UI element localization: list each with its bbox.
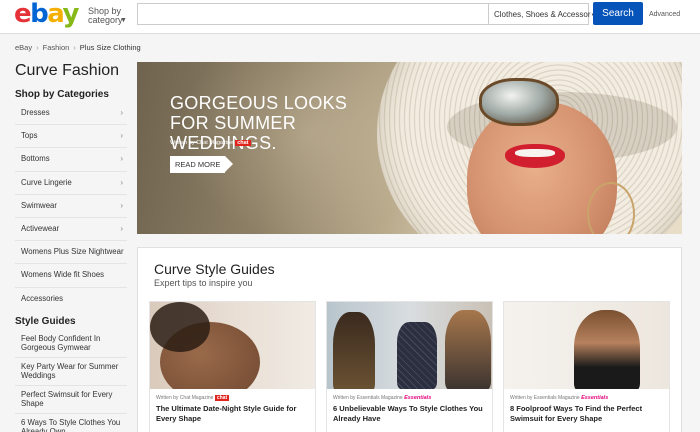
guide-link-style-clothes[interactable]: 6 Ways To Style Clothes You Already Own (15, 414, 127, 432)
chevron-right-icon: › (120, 154, 123, 164)
read-more-button[interactable]: READ MORE (170, 156, 225, 173)
card-title[interactable]: 8 Foolproof Ways To Find the Perfect Swi… (510, 404, 668, 424)
ebay-logo[interactable]: ebay (14, 0, 80, 29)
logo-letter-b: b (30, 0, 49, 29)
chevron-right-icon: › (120, 131, 123, 141)
sidebar-item-label: Dresses (21, 108, 50, 117)
sidebar-item-nightwear[interactable]: Womens Plus Size Nightwear (15, 241, 127, 265)
sidebar-item-bottoms[interactable]: Bottoms › (15, 148, 127, 172)
category-label: category (88, 15, 123, 25)
chat-magazine-badge: chat (235, 140, 251, 146)
breadcrumb: eBay › Fashion › Plus Size Clothing (15, 43, 141, 52)
chevron-down-icon: ▼ (120, 17, 127, 24)
chevron-right-icon: › (120, 223, 123, 233)
search-input[interactable] (137, 3, 489, 25)
sidebar-item-label: Activewear (21, 223, 60, 233)
sidebar-item-label: Tops (21, 131, 38, 141)
card-byline: Written by Essentials Magazine Essential… (510, 395, 608, 401)
hero-smile-shape (515, 149, 555, 157)
breadcrumb-current: Plus Size Clothing (79, 43, 141, 52)
sidebar-item-activewear[interactable]: Activewear › (15, 218, 127, 242)
card-byline-text: Written by Chat Magazine (156, 395, 214, 401)
essentials-magazine-badge: Essentials (404, 395, 432, 401)
sunglasses-image (479, 78, 559, 126)
sidebar-item-tops[interactable]: Tops › (15, 125, 127, 149)
curve-style-guides-panel: Curve Style Guides Expert tips to inspir… (137, 247, 682, 432)
category-list: Dresses › Tops › Bottoms › Curve Lingerie › … (15, 102, 127, 311)
card-image (504, 302, 669, 389)
guide-link-gymwear[interactable]: Feel Body Confident In Gorgeous Gymwear (15, 330, 127, 358)
chevron-right-icon: › (120, 177, 123, 187)
hero-banner[interactable]: GORGEOUS LOOKS FOR SUMMER WEDDINGS. Writ… (137, 62, 682, 234)
sidebar-item-accessories[interactable]: Accessories (15, 288, 127, 311)
card-byline: Written by Chat Magazine chat (156, 395, 230, 401)
sidebar-item-dresses[interactable]: Dresses › (15, 102, 127, 126)
logo-letter-a: a (47, 0, 64, 29)
category-select-value: Clothes, Shoes & Accessor (494, 10, 591, 19)
sidebar-item-label: Womens Plus Size Nightwear (21, 247, 124, 257)
sidebar-item-label: Bottoms (21, 154, 50, 164)
logo-letter-y: y (62, 0, 80, 29)
advanced-search-link[interactable]: Advanced (649, 11, 680, 18)
page-title: Curve Fashion (15, 62, 120, 79)
guide-link-party-wear[interactable]: Key Party Wear for Summer Weddings (15, 358, 127, 386)
chevron-right-icon: › (36, 43, 39, 52)
sidebar-item-label: Swimwear (21, 200, 57, 210)
chat-magazine-badge: chat (214, 395, 230, 401)
guide-card-style-clothes[interactable]: Written by Essentials Magazine Essential… (326, 301, 493, 432)
card-byline: Written by Essentials Magazine Essential… (333, 395, 431, 401)
sidebar-item-label: Curve Lingerie (21, 177, 72, 187)
guide-card-date-night[interactable]: Written by Chat Magazine chat The Ultima… (149, 301, 316, 432)
chevron-right-icon: › (120, 200, 123, 210)
card-byline-text: Written by Essentials Magazine (510, 395, 580, 401)
card-image (327, 302, 492, 389)
top-header: ebay Shop by category ▼ Clothes, Shoes &… (0, 0, 700, 34)
guide-link-swimsuit[interactable]: Perfect Swimsuit for Every Shape (15, 386, 127, 414)
card-title[interactable]: The Ultimate Date-Night Style Guide for … (156, 404, 314, 424)
hero-byline: Written by Chat Magazine chat (170, 140, 251, 146)
sidebar-item-label: Womens Wide fit Shoes (21, 270, 105, 280)
sidebar-item-label: Accessories (21, 293, 64, 303)
style-guide-list: Feel Body Confident In Gorgeous Gymwear … (15, 330, 127, 432)
card-title[interactable]: 6 Unbelievable Ways To Style Clothes You… (333, 404, 491, 424)
sidebar-item-swimwear[interactable]: Swimwear › (15, 195, 127, 218)
guide-card-swimsuit[interactable]: Written by Essentials Magazine Essential… (503, 301, 670, 432)
logo-letter-e: e (14, 0, 32, 29)
breadcrumb-fashion[interactable]: Fashion (43, 43, 70, 52)
chevron-right-icon: › (73, 43, 76, 52)
breadcrumb-ebay[interactable]: eBay (15, 43, 32, 52)
style-guides-heading: Style Guides (15, 316, 76, 327)
card-image (150, 302, 315, 389)
read-more-arrow-icon (225, 156, 233, 172)
category-select[interactable]: Clothes, Shoes & Accessor▼ (489, 3, 596, 25)
guides-panel-subtitle: Expert tips to inspire you (154, 278, 253, 288)
essentials-magazine-badge: Essentials (581, 395, 609, 401)
guides-panel-title: Curve Style Guides (154, 261, 275, 277)
search-button[interactable]: Search (593, 2, 643, 25)
sidebar-item-wide-fit-shoes[interactable]: Womens Wide fit Shoes (15, 264, 127, 288)
categories-heading: Shop by Categories (15, 89, 109, 100)
sidebar-item-curve-lingerie[interactable]: Curve Lingerie › (15, 172, 127, 195)
hero-byline-text: Written by Chat Magazine (170, 140, 234, 146)
card-byline-text: Written by Essentials Magazine (333, 395, 403, 401)
chevron-right-icon: › (120, 108, 123, 117)
shop-by-category-button[interactable]: Shop by category ▼ (88, 7, 127, 25)
